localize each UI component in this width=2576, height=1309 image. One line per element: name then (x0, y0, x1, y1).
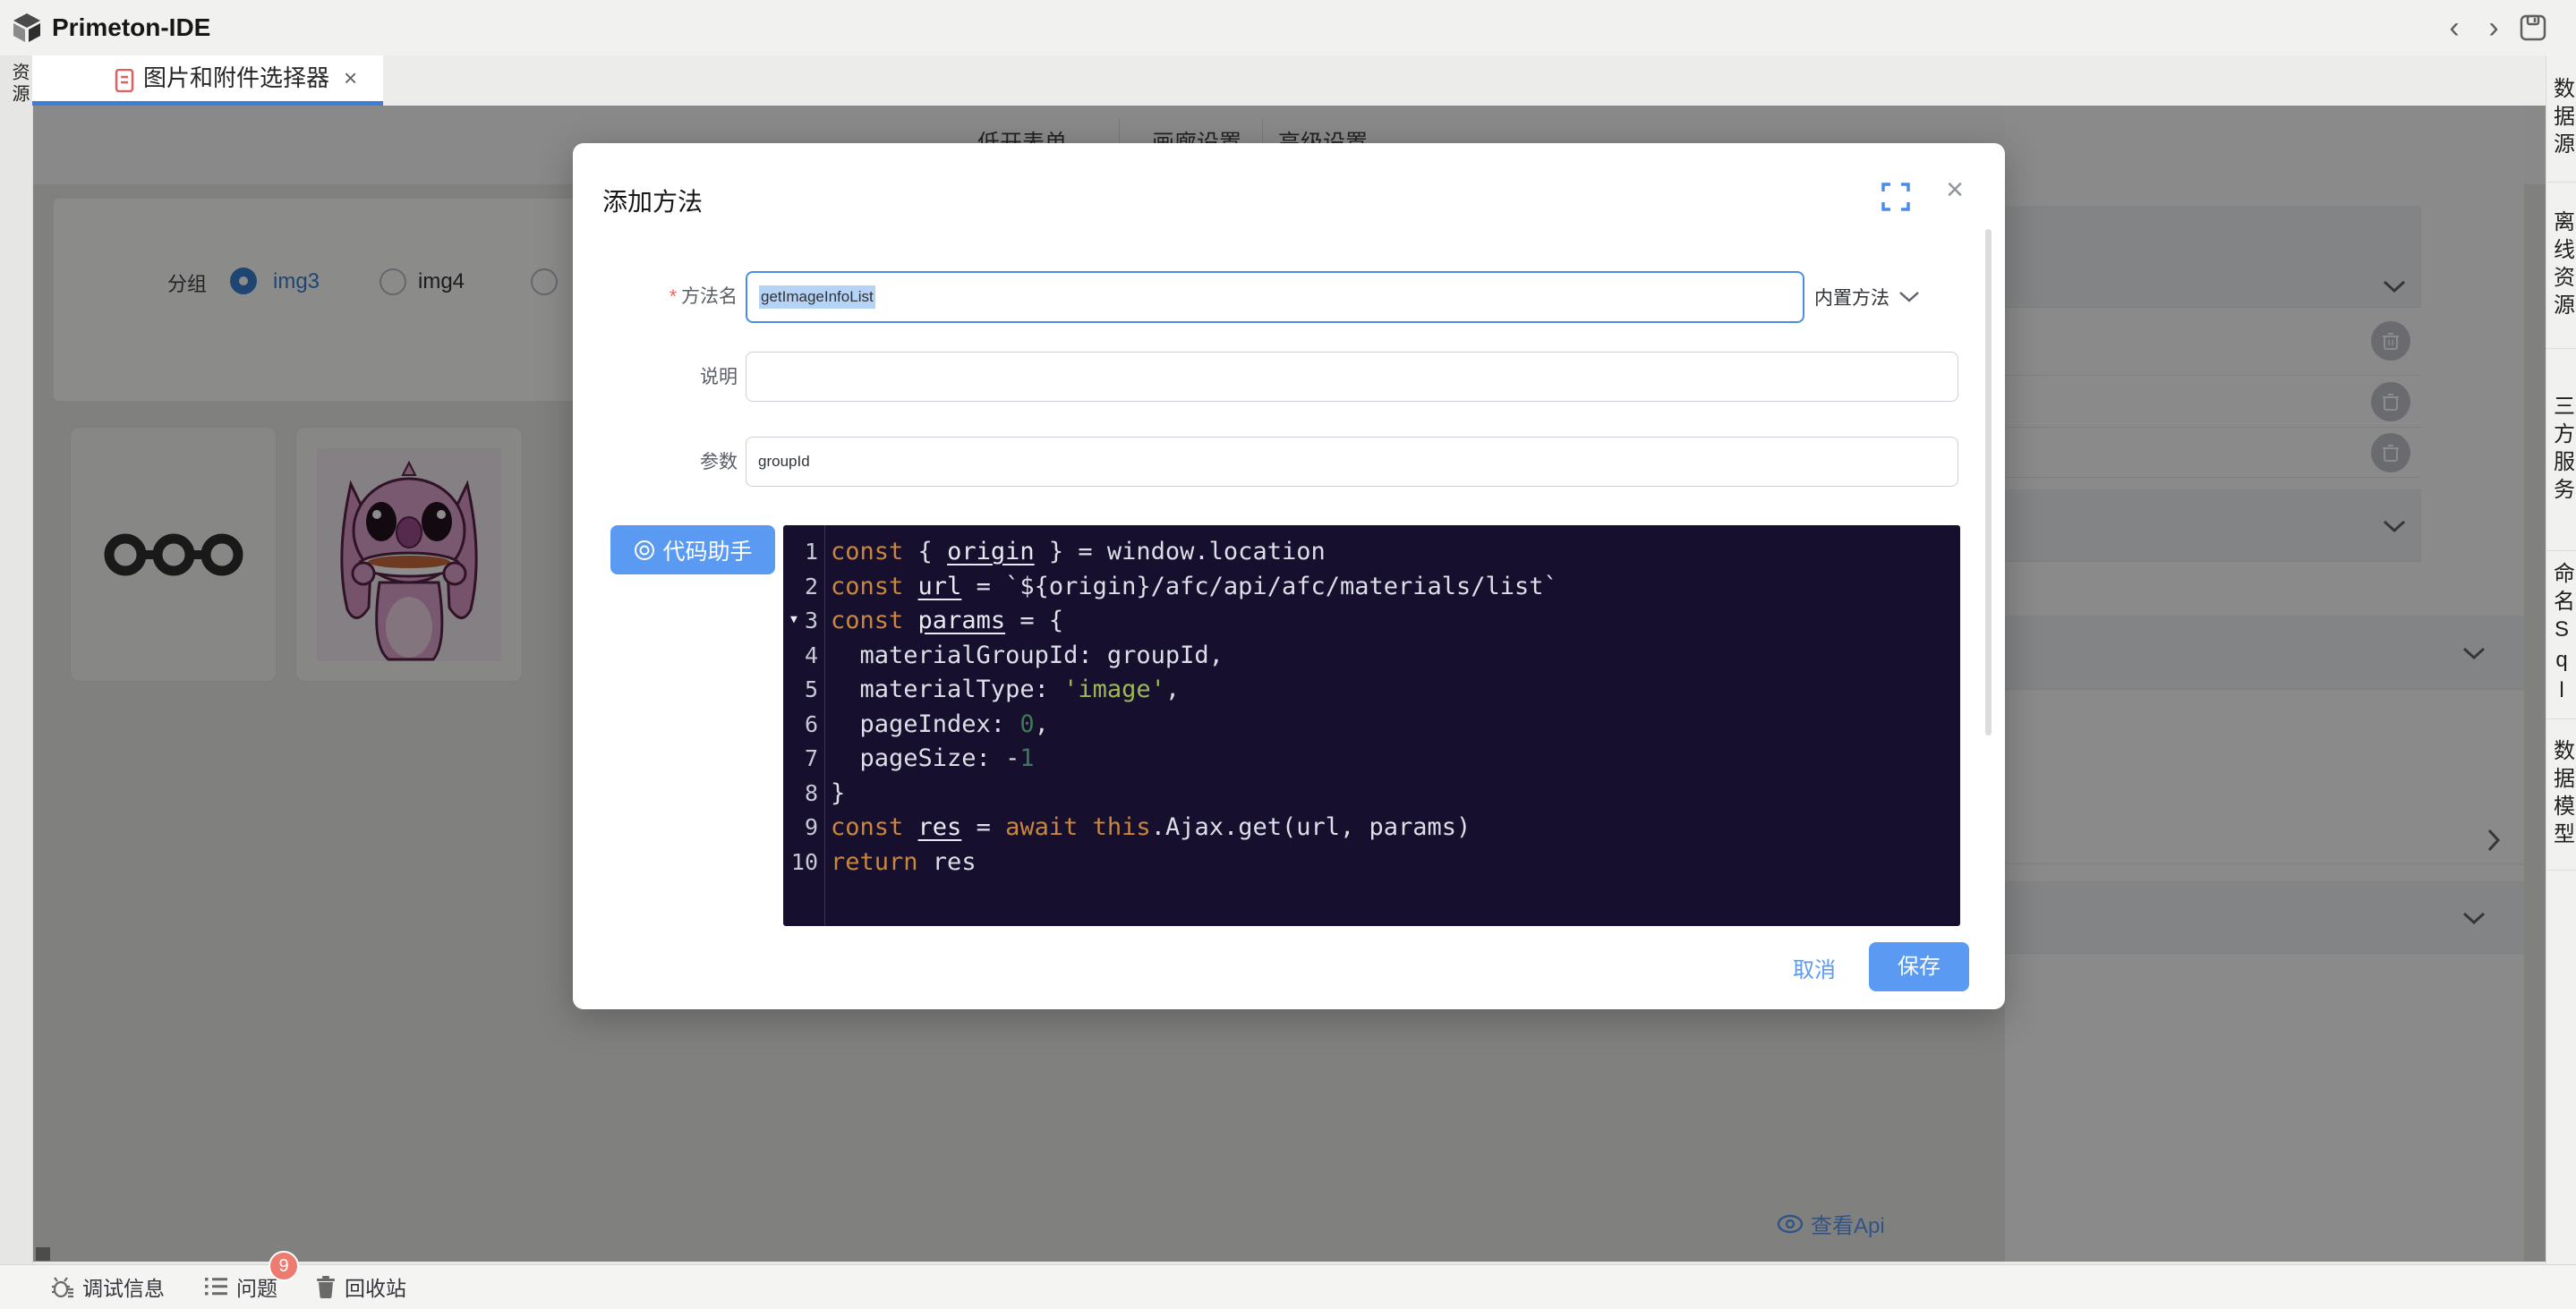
params-input[interactable]: groupId (746, 437, 1958, 487)
recycle-bin-label: 回收站 (345, 1271, 406, 1302)
selected-text: getImageInfoList (759, 285, 875, 309)
rail-tab-data-model[interactable]: 数据模型 (2546, 719, 2576, 871)
list-icon (204, 1276, 228, 1297)
rail-tab-resources[interactable]: 资源 (0, 63, 32, 106)
title-bar: Primeton-IDE ‹ › (0, 0, 2576, 56)
save-button[interactable]: 保存 (1869, 942, 1969, 991)
method-type-value: 内置方法 (1814, 284, 1889, 310)
tab-close-icon[interactable]: × (344, 55, 357, 101)
rail-tab-datasource[interactable]: 数据源 (2546, 55, 2576, 183)
description-input[interactable] (746, 352, 1958, 402)
scrollbar-thumb[interactable] (36, 1247, 50, 1261)
rail-tab-label: 命名Sql (2546, 562, 2576, 709)
active-tab-underline (32, 101, 383, 106)
left-rail: 资源 (0, 55, 33, 1264)
page-file-icon (115, 69, 134, 92)
params-value: groupId (758, 453, 810, 471)
problems-label: 问题 (236, 1271, 277, 1302)
tab-image-attachment-picker[interactable]: 图片和附件选择器 × (32, 55, 383, 106)
problems-count-badge: 9 (269, 1251, 299, 1281)
description-label: 说明 (573, 352, 738, 404)
rail-tab-label: 离线资源 (2546, 210, 2576, 321)
tab-label: 图片和附件选择器 (143, 55, 329, 101)
rail-tab-label: 三方服务 (2546, 395, 2576, 506)
gutter-divider (824, 525, 825, 926)
trash-icon (315, 1275, 337, 1299)
cancel-button[interactable]: 取消 (1783, 946, 1846, 995)
dialog-title: 添加方法 (602, 183, 703, 218)
status-bar: 调试信息 问题 回收站 (0, 1264, 2576, 1309)
add-method-dialog: 添加方法 × *方法名 getImageInfoList 内置方法 说明 参数 … (573, 143, 2005, 1009)
app-logo-icon (11, 13, 43, 43)
debug-info-button[interactable]: 调试信息 (50, 1265, 165, 1308)
method-type-select[interactable]: 内置方法 (1814, 271, 1920, 323)
rail-tab-label: 数据源 (2546, 77, 2576, 160)
editor-code: const { origin } = window.locationconst … (831, 535, 1955, 880)
code-assistant-button[interactable]: 代码助手 (610, 525, 775, 574)
required-asterisk: * (670, 286, 677, 307)
rail-tab-named-sql[interactable]: 命名Sql (2546, 551, 2576, 719)
dialog-scrollbar-thumb[interactable] (1985, 229, 1992, 735)
method-name-input[interactable]: getImageInfoList (746, 271, 1804, 323)
code-editor[interactable]: 12345678910 ▼ const { origin } = window.… (783, 525, 1960, 926)
params-label: 参数 (573, 437, 738, 489)
rail-tab-thirdparty-services[interactable]: 三方服务 (2546, 349, 2576, 551)
tab-strip: 图片和附件选择器 × (32, 55, 2546, 106)
debug-info-label: 调试信息 (82, 1271, 165, 1302)
fold-arrow-icon[interactable]: ▼ (790, 613, 798, 626)
target-circle-icon (633, 539, 656, 562)
app-title: Primeton-IDE (52, 0, 210, 55)
editor-gutter: 12345678910 (783, 535, 823, 880)
problems-button[interactable]: 问题 (204, 1265, 277, 1308)
right-rail: 数据源 离线资源 三方服务 命名Sql 数据模型 (2546, 55, 2576, 1264)
recycle-bin-button[interactable]: 回收站 (315, 1265, 406, 1308)
method-name-label: *方法名 (573, 271, 738, 323)
forward-button[interactable]: › (2481, 16, 2506, 41)
code-assistant-label: 代码助手 (662, 534, 752, 566)
save-icon[interactable] (2519, 13, 2547, 42)
back-button[interactable]: ‹ (2442, 16, 2467, 41)
rail-tab-label: 数据模型 (2546, 739, 2576, 850)
bug-icon (50, 1275, 74, 1299)
dialog-close-icon[interactable]: × (1937, 172, 1973, 208)
chevron-down-icon (1898, 291, 1920, 303)
fullscreen-icon[interactable] (1881, 183, 1910, 211)
rail-tab-offline-resources[interactable]: 离线资源 (2546, 183, 2576, 349)
